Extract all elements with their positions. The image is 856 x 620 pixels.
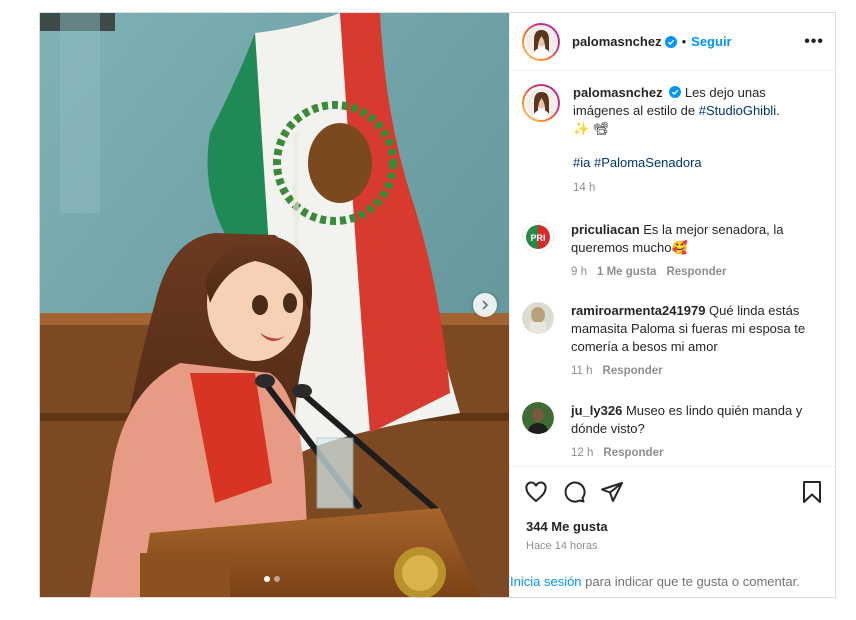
comment-icon[interactable] — [562, 480, 586, 504]
post-timestamp: Hace 14 horas — [526, 540, 598, 552]
caption-time: 14 h — [573, 182, 596, 194]
instagram-post: palomasnchez • Seguir ••• palomasnchez L… — [39, 12, 837, 598]
login-prompt-text: para indicar que te gusta o comentar. — [581, 574, 800, 589]
comment-time: 11 h — [571, 365, 593, 377]
hashtag-studioghibli[interactable]: #StudioGhibli — [699, 103, 776, 118]
comment-item: ju_ly326 Museo es lindo quién manda y dó… — [522, 402, 822, 462]
caption-emojis: ✨ 📽 — [573, 121, 610, 136]
carousel-dot-active — [264, 576, 270, 582]
author-username[interactable]: palomasnchez — [572, 34, 662, 49]
login-prompt: Inicia sesión para indicar que te gusta … — [510, 574, 800, 589]
post-image[interactable] — [40, 13, 509, 597]
follow-button[interactable]: Seguir — [691, 34, 731, 49]
more-options-icon[interactable]: ••• — [804, 33, 824, 51]
post-actions: 344 Me gusta Hace 14 horas — [510, 466, 837, 552]
heart-icon[interactable] — [524, 480, 548, 504]
share-icon[interactable] — [600, 480, 624, 504]
bookmark-icon[interactable] — [801, 480, 823, 504]
caption-avatar[interactable] — [522, 84, 560, 122]
verified-icon — [669, 86, 682, 98]
post-caption: palomasnchez Les dejo unas imágenes al e… — [522, 84, 822, 197]
reply-button[interactable]: Responder — [666, 266, 726, 278]
post-side-panel: palomasnchez • Seguir ••• palomasnchez L… — [509, 13, 837, 597]
next-image-button[interactable] — [473, 293, 497, 317]
verified-icon — [664, 35, 677, 48]
commenter-avatar[interactable] — [522, 402, 554, 434]
comment-time: 12 h — [571, 447, 594, 459]
caption-hashtags[interactable]: #ia #PalomaSenadora — [573, 155, 702, 170]
carousel-indicator — [264, 576, 280, 582]
chevron-right-icon — [482, 300, 489, 310]
caption-username[interactable]: palomasnchez — [573, 85, 663, 100]
commenter-avatar[interactable]: PRI — [522, 221, 554, 253]
reply-button[interactable]: Responder — [603, 365, 663, 377]
reply-button[interactable]: Responder — [603, 447, 663, 459]
ghibli-illustration — [40, 13, 509, 597]
comment-time: 9 h — [571, 266, 587, 278]
caption-end: . — [776, 103, 780, 118]
likes-count[interactable]: 344 Me gusta — [526, 519, 837, 534]
comments-section: palomasnchez Les dejo unas imágenes al e… — [510, 71, 837, 466]
login-link[interactable]: Inicia sesión — [510, 574, 582, 589]
comment-likes[interactable]: 1 Me gusta — [597, 266, 656, 278]
dot-separator: • — [681, 34, 687, 49]
pri-logo-text: PRI — [530, 233, 545, 243]
carousel-dot — [274, 576, 280, 582]
comment-username[interactable]: priculiacan — [571, 222, 640, 237]
comment-item: PRI priculiacan Es la mejor senadora, la… — [522, 221, 822, 281]
comment-username[interactable]: ju_ly326 — [571, 403, 622, 418]
author-avatar[interactable] — [522, 22, 560, 61]
post-header: palomasnchez • Seguir ••• — [510, 13, 836, 71]
commenter-avatar[interactable] — [522, 302, 554, 334]
comment-item: ramiroarmenta241979 Qué linda estás mama… — [522, 302, 822, 380]
comment-username[interactable]: ramiroarmenta241979 — [571, 303, 705, 318]
